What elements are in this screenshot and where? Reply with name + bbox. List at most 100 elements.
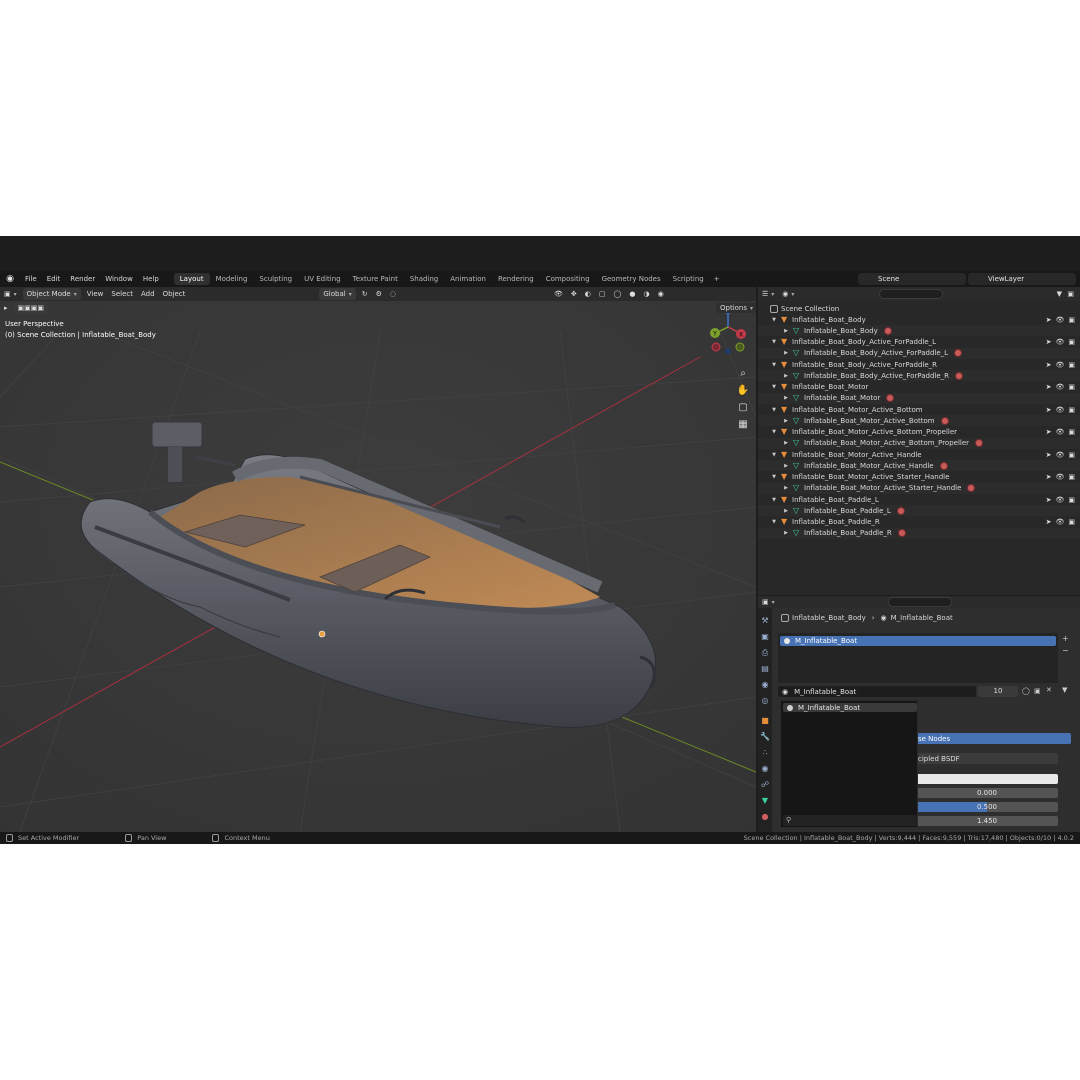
outliner-mesh-row[interactable]: ▶ ▽ Inflatable_Boat_Body_Active_ForPaddle_… <box>758 370 1080 382</box>
outliner-object-row[interactable]: ▼ ▼ Inflatable_Boat_Motor_Active_Bottom ➤ 👁 ▣ <box>758 404 1080 415</box>
outliner-object-row[interactable]: ▼ ▼ Inflatable_Boat_Motor_Active_Handle ➤ 👁 ▣ <box>758 449 1080 460</box>
pivot-icon[interactable]: ↻ <box>358 288 372 300</box>
camera-render-icon[interactable]: ▣ <box>1068 361 1075 369</box>
expand-arrow-icon[interactable]: ▼ <box>770 407 778 413</box>
camera-render-icon[interactable]: ▣ <box>1068 451 1075 459</box>
snap-icon[interactable]: ⚙ <box>372 288 386 300</box>
shading-wireframe-icon[interactable]: ◯ <box>610 288 626 300</box>
tab-geometry-nodes[interactable]: Geometry Nodes <box>596 273 667 285</box>
select-toggle-icon[interactable]: ➤ <box>1046 316 1052 324</box>
tab-sculpting[interactable]: Sculpting <box>253 273 298 285</box>
camera-render-icon[interactable]: ▣ <box>1068 518 1075 526</box>
dropdown-search-input[interactable]: ⚲ <box>783 815 917 826</box>
value-field-1[interactable]: 0.000 <box>916 788 1058 798</box>
tab-scripting[interactable]: Scripting <box>667 273 710 285</box>
constraints-tab-icon[interactable]: ☍ <box>760 780 770 790</box>
camera-render-icon[interactable]: ▣ <box>1068 338 1075 346</box>
scene-collection-row[interactable]: Scene Collection <box>758 303 1080 314</box>
tool-tab-icon[interactable]: ⚒ <box>760 616 770 626</box>
unlink-icon[interactable]: ✕ <box>1046 686 1052 694</box>
scene-tab-icon[interactable]: ◉ <box>760 680 770 690</box>
camera-render-icon[interactable]: ▣ <box>1068 473 1075 481</box>
expand-arrow-icon[interactable]: ▶ <box>782 395 790 401</box>
expand-arrow-icon[interactable]: ▼ <box>770 362 778 368</box>
grid-view-icon[interactable]: ▦ <box>736 418 750 432</box>
outliner-mesh-row[interactable]: ▶ ▽ Inflatable_Boat_Motor_Active_Bottom <box>758 415 1080 427</box>
expand-arrow-icon[interactable]: ▼ <box>770 474 778 480</box>
menu-file[interactable]: File <box>20 275 42 283</box>
value-field-3[interactable]: 1.450 <box>916 816 1058 826</box>
outliner-mesh-row[interactable]: ▶ ▽ Inflatable_Boat_Motor_Active_Starter_H… <box>758 482 1080 494</box>
outliner-mesh-row[interactable]: ▶ ▽ Inflatable_Boat_Body <box>758 325 1080 337</box>
base-color-field[interactable] <box>916 774 1058 784</box>
eye-icon[interactable]: 👁 <box>1055 451 1064 459</box>
fake-user-icon[interactable]: ◯ <box>1022 687 1030 695</box>
select-toggle-icon[interactable]: ➤ <box>1046 383 1052 391</box>
outliner-object-row[interactable]: ▼ ▼ Inflatable_Boat_Motor_Active_Bottom_Pr… <box>758 427 1080 438</box>
camera-render-icon[interactable]: ▣ <box>1068 428 1075 436</box>
outliner-object-row[interactable]: ▼ ▼ Inflatable_Boat_Body_Active_ForPaddle_… <box>758 337 1080 348</box>
select-mode-icons[interactable]: ▣▣▣▣ <box>13 302 48 314</box>
expand-arrow-icon[interactable]: ▼ <box>770 384 778 390</box>
expand-arrow-icon[interactable]: ▼ <box>770 429 778 435</box>
value-field-2[interactable]: 0.500 <box>916 802 1058 812</box>
new-collection-icon[interactable]: ▣ <box>1063 288 1078 300</box>
eye-icon[interactable]: 👁 <box>1055 428 1064 436</box>
tab-uv-editing[interactable]: UV Editing <box>298 273 347 285</box>
menu-edit[interactable]: Edit <box>42 275 66 283</box>
expand-arrow-icon[interactable]: ▼ <box>770 452 778 458</box>
outliner-search-input[interactable] <box>879 289 943 299</box>
camera-render-icon[interactable]: ▣ <box>1068 383 1075 391</box>
select-toggle-icon[interactable]: ➤ <box>1046 361 1052 369</box>
tab-animation[interactable]: Animation <box>444 273 492 285</box>
gizmo-toggle-icon[interactable]: ✥ <box>567 288 581 300</box>
expand-arrow-icon[interactable]: ▶ <box>782 485 790 491</box>
outliner-mesh-row[interactable]: ▶ ▽ Inflatable_Boat_Paddle_L <box>758 505 1080 517</box>
outliner-object-row[interactable]: ▼ ▼ Inflatable_Boat_Body ➤ 👁 ▣ <box>758 314 1080 325</box>
select-toggle-icon[interactable]: ➤ <box>1046 496 1052 504</box>
select-toggle-icon[interactable]: ➤ <box>1046 451 1052 459</box>
expand-arrow-icon[interactable]: ▼ <box>770 497 778 503</box>
viewport-scene[interactable]: Z X Y <box>0 287 756 832</box>
options-button[interactable]: Options ▾ <box>716 303 756 313</box>
material-name-field[interactable]: ◉ M_Inflatable_Boat <box>778 686 976 697</box>
tab-shading[interactable]: Shading <box>404 273 444 285</box>
output-tab-icon[interactable]: ⎙ <box>760 648 770 658</box>
filter-icon[interactable]: ▼ <box>1062 686 1067 694</box>
modifier-tab-icon[interactable]: 🔧 <box>760 732 770 742</box>
expand-arrow-icon[interactable]: ▶ <box>782 418 790 424</box>
editor-type-button[interactable]: ▣ ▾ <box>0 288 21 300</box>
menu-view[interactable]: View <box>83 288 108 300</box>
view-layer-selector[interactable]: ViewLayer <box>968 273 1076 285</box>
expand-arrow-icon[interactable]: ▶ <box>782 373 790 379</box>
expand-arrow-icon[interactable]: ▶ <box>782 508 790 514</box>
expand-arrow-icon[interactable]: ▶ <box>782 530 790 536</box>
outliner-mesh-row[interactable]: ▶ ▽ Inflatable_Boat_Paddle_R <box>758 527 1080 539</box>
overlay-toggle-icon[interactable]: ◐ <box>581 288 595 300</box>
eye-icon[interactable]: 👁 <box>1055 518 1064 526</box>
proportional-edit-icon[interactable]: ◌ <box>386 288 400 300</box>
menu-select[interactable]: Select <box>107 288 137 300</box>
surface-shader-field[interactable]: cipled BSDF <box>916 753 1058 764</box>
eye-icon[interactable]: 👁 <box>1055 383 1064 391</box>
expand-arrow-icon[interactable]: ▶ <box>782 350 790 356</box>
visibility-icon[interactable]: 👁 <box>550 288 567 300</box>
eye-icon[interactable]: 👁 <box>1055 361 1064 369</box>
material-slot-item[interactable]: M_Inflatable_Boat <box>780 636 1056 646</box>
data-tab-icon[interactable]: ▼ <box>760 796 770 806</box>
camera-icon[interactable]: ▢ <box>736 401 750 415</box>
outliner-mesh-row[interactable]: ▶ ▽ Inflatable_Boat_Motor <box>758 392 1080 404</box>
expand-arrow-icon[interactable]: ▼ <box>770 317 778 323</box>
xray-toggle-icon[interactable]: ▢ <box>595 288 610 300</box>
menu-help[interactable]: Help <box>138 275 164 283</box>
blender-logo-icon[interactable]: ◉ <box>4 273 16 285</box>
scene-selector[interactable]: Scene <box>858 273 966 285</box>
shading-material-icon[interactable]: ◑ <box>639 288 653 300</box>
outliner-mesh-row[interactable]: ▶ ▽ Inflatable_Boat_Motor_Active_Bottom_Pr… <box>758 437 1080 449</box>
tab-rendering[interactable]: Rendering <box>492 273 540 285</box>
outliner-object-row[interactable]: ▼ ▼ Inflatable_Boat_Paddle_R ➤ 👁 ▣ <box>758 517 1080 528</box>
particles-tab-icon[interactable]: ∴ <box>760 748 770 758</box>
shading-solid-icon[interactable]: ● <box>625 288 639 300</box>
render-tab-icon[interactable]: ▣ <box>760 632 770 642</box>
menu-render[interactable]: Render <box>65 275 100 283</box>
